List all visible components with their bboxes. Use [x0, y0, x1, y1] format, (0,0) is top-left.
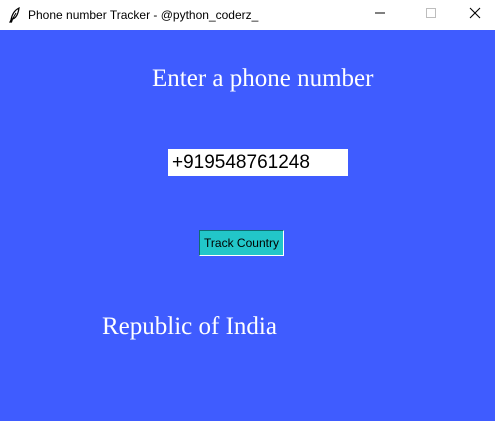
window-title: Phone number Tracker - @python_coderz_ [28, 8, 259, 22]
result-country: Republic of India [102, 313, 277, 340]
minimize-icon [374, 6, 386, 24]
track-country-button[interactable]: Track Country [199, 230, 284, 256]
close-button[interactable] [452, 0, 495, 30]
title-bar[interactable]: Phone number Tracker - @python_coderz_ [0, 0, 495, 30]
app-window: Phone number Tracker - @python_coderz_ E… [0, 0, 495, 421]
minimize-button[interactable] [357, 0, 403, 30]
phone-number-input[interactable] [168, 149, 348, 176]
main-panel: Enter a phone number Track Country Repub… [0, 30, 495, 421]
maximize-icon [425, 6, 437, 24]
feather-icon [8, 6, 22, 23]
maximize-button[interactable] [408, 0, 454, 30]
page-heading: Enter a phone number [152, 65, 374, 92]
close-icon [469, 6, 481, 24]
